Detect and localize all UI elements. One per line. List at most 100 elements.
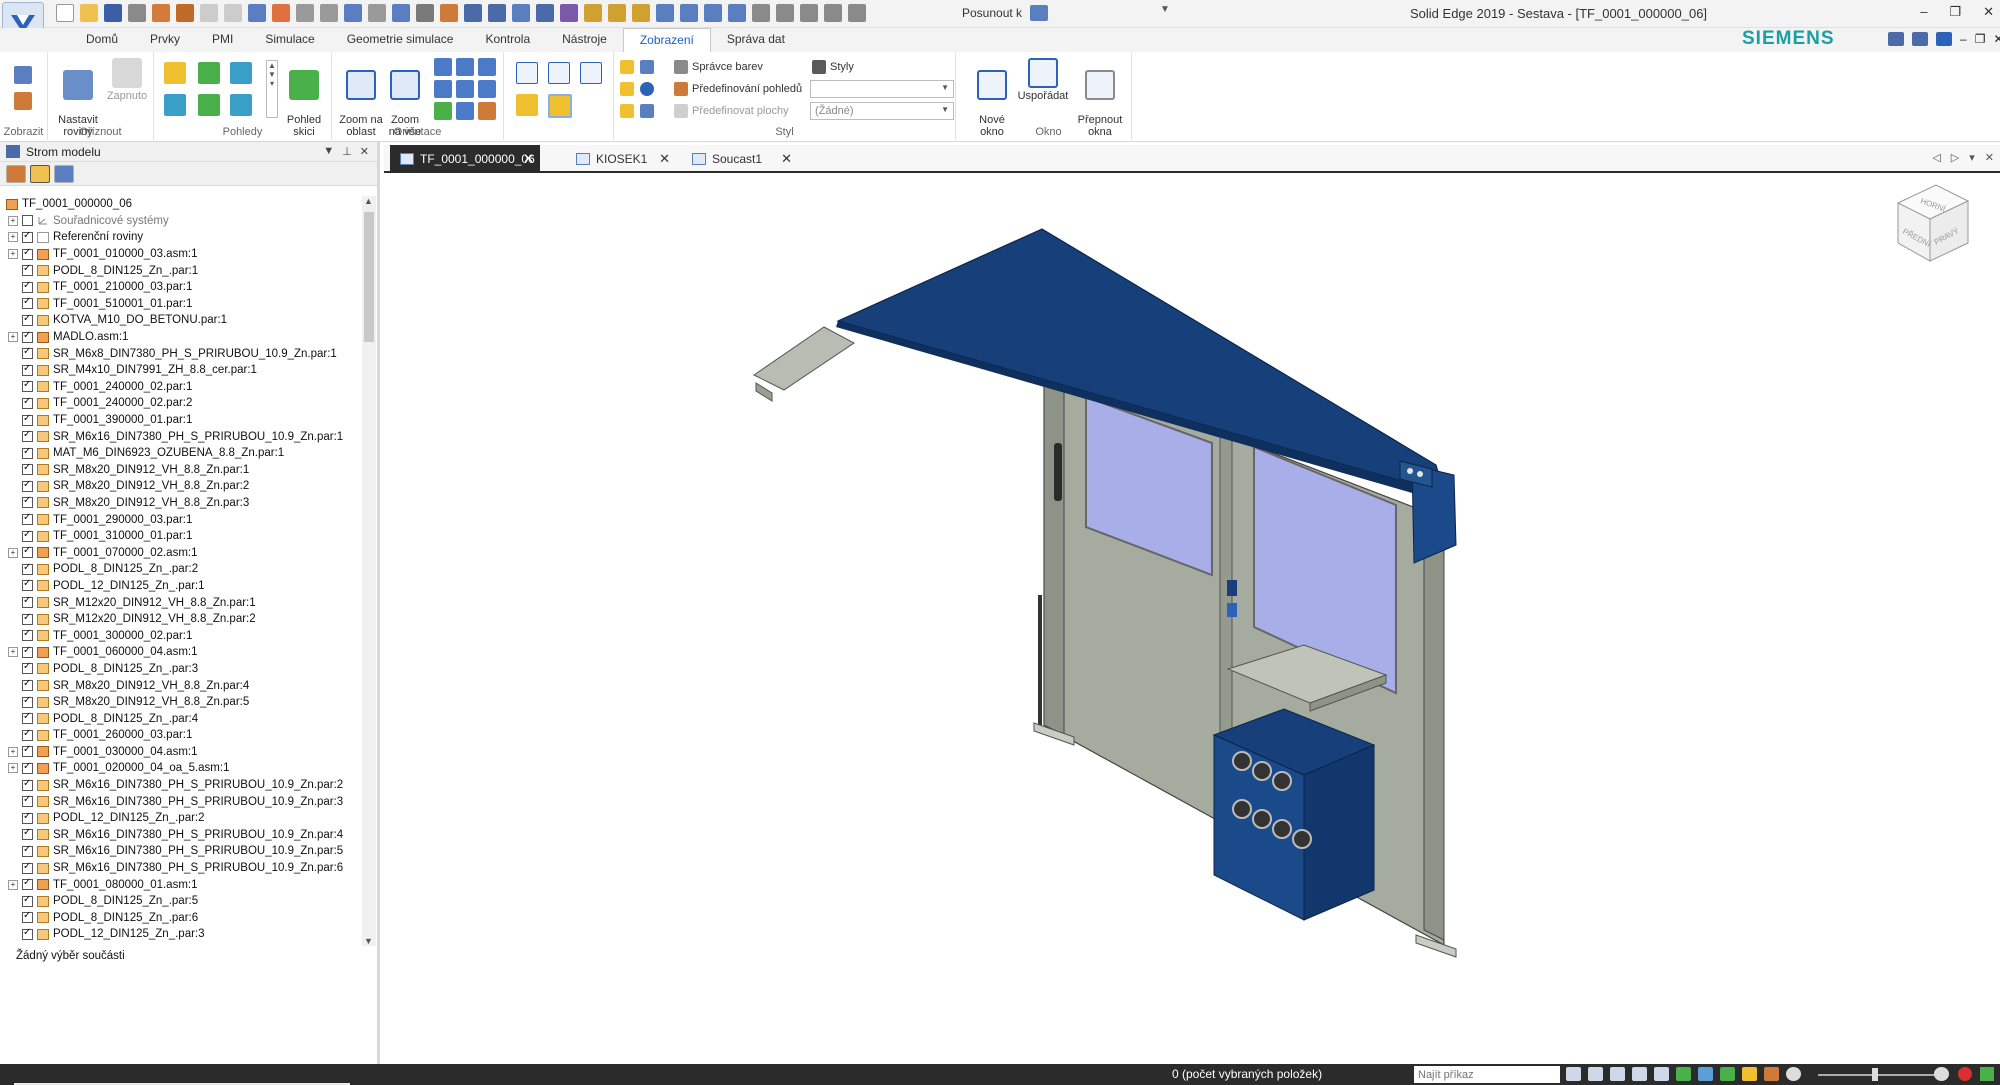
expand-icon[interactable]: +: [8, 249, 18, 260]
color-status-icon[interactable]: [1742, 1067, 1757, 1081]
pan-status-icon[interactable]: [1654, 1067, 1669, 1081]
pin-icon[interactable]: ⊥: [342, 145, 352, 158]
zoom-slider-thumb[interactable]: [1872, 1068, 1878, 1081]
zoom-icon[interactable]: [434, 58, 452, 76]
style-status-icon[interactable]: [1764, 1067, 1779, 1081]
visibility-checkbox[interactable]: [22, 230, 33, 243]
tree-node[interactable]: SR_M6x16_DIN7380_PH_S_PRIRUBOU_10.9_Zn.p…: [0, 827, 360, 844]
ribbon-restore-icon[interactable]: ❐: [1975, 32, 1986, 46]
tree-node[interactable]: PODL_8_DIN125_Zn_.par:4: [0, 710, 360, 727]
tree-node[interactable]: SR_M4x10_DIN7991_ZH_8.8_cer.par:1: [0, 362, 360, 379]
view-icon[interactable]: [464, 4, 482, 22]
print-icon[interactable]: [128, 4, 146, 22]
minimize-view-icon[interactable]: [848, 4, 866, 22]
view-front-icon[interactable]: [198, 62, 220, 84]
visibility-checkbox[interactable]: [22, 413, 33, 426]
visibility-checkbox[interactable]: [22, 861, 33, 874]
tree-node[interactable]: TF_0001_310000_01.par:1: [0, 528, 360, 545]
tree-node[interactable]: TF_0001_510001_01.par:1: [0, 296, 360, 313]
view-right-icon[interactable]: [230, 62, 252, 84]
scroll-up-icon[interactable]: ▲: [364, 196, 373, 206]
look-status-icon[interactable]: [1698, 1067, 1713, 1081]
sketch-status-icon[interactable]: [1720, 1067, 1735, 1081]
pathfinder-tab-icon[interactable]: [30, 165, 50, 183]
tree-node[interactable]: SR_M6x8_DIN7380_PH_S_PRIRUBOU_10.9_Zn.pa…: [0, 345, 360, 362]
tree-node[interactable]: TF_0001_000000_06: [0, 196, 360, 213]
tree-node[interactable]: + TF_0001_020000_04_oa_5.asm:1: [0, 760, 360, 777]
tree-node[interactable]: PODL_8_DIN125_Zn_.par:1: [0, 262, 360, 279]
visibility-checkbox[interactable]: [22, 678, 33, 692]
tree-node[interactable]: PODL_8_DIN125_Zn_.par:3: [0, 661, 360, 678]
visibility-checkbox[interactable]: [22, 794, 33, 808]
visibility-checkbox[interactable]: [22, 744, 33, 758]
rotate-icon[interactable]: [478, 58, 496, 76]
tree-node[interactable]: KOTVA_M10_DO_BETONU.par:1: [0, 312, 360, 329]
tree-node[interactable]: SR_M8x20_DIN912_VH_8.8_Zn.par:1: [0, 462, 360, 479]
zoom-slider[interactable]: [1818, 1074, 1938, 1076]
tree-node[interactable]: + TF_0001_060000_04.asm:1: [0, 644, 360, 661]
tree-node[interactable]: PODL_8_DIN125_Zn_.par:2: [0, 561, 360, 578]
tab-domu[interactable]: Domů: [70, 28, 134, 52]
tree-node[interactable]: TF_0001_300000_02.par:1: [0, 627, 360, 644]
visibility-checkbox[interactable]: [22, 811, 33, 824]
tools-icon[interactable]: [824, 4, 842, 22]
shaded-icon[interactable]: [516, 94, 538, 116]
visibility-checkbox[interactable]: [22, 280, 33, 293]
visibility-checkbox[interactable]: [22, 296, 33, 310]
view-bottom-icon[interactable]: [198, 94, 220, 116]
zoom-area-status-icon[interactable]: [1588, 1067, 1603, 1081]
doc-tab-kiosek1[interactable]: KIOSEK1 ✕: [566, 145, 676, 173]
library-tab-icon[interactable]: [6, 165, 26, 183]
styles-icon[interactable]: [812, 60, 826, 74]
green-status-icon[interactable]: [1980, 1067, 1994, 1081]
hole-icon[interactable]: [368, 4, 386, 22]
visibility-checkbox[interactable]: [22, 263, 33, 277]
explode-icon[interactable]: [440, 4, 458, 22]
visibility-checkbox[interactable]: [22, 761, 33, 774]
visibility-checkbox[interactable]: [22, 462, 33, 476]
visibility-checkbox[interactable]: [22, 711, 33, 725]
view-overrides-icon[interactable]: [674, 82, 688, 96]
doc-tab-close-icon[interactable]: ✕: [523, 151, 534, 167]
visibility-checkbox[interactable]: [22, 612, 33, 625]
doc-tab-tf-0001[interactable]: TF_0001_000000_06 ✕: [390, 145, 540, 173]
visibility-checkbox[interactable]: [22, 529, 33, 542]
visibility-checkbox[interactable]: [22, 728, 33, 741]
ribbon-close-icon[interactable]: ✕: [1993, 32, 2000, 46]
expand-icon[interactable]: +: [8, 215, 18, 226]
color-icon[interactable]: [620, 60, 634, 74]
arrange-button[interactable]: Uspořádat: [1016, 58, 1070, 102]
visibility-checkbox[interactable]: [22, 313, 33, 326]
tree-node[interactable]: MAT_M6_DIN6923_OZUBENA_8.8_Zn.par:1: [0, 445, 360, 462]
move-part-icon[interactable]: [320, 4, 338, 22]
undo-icon[interactable]: [200, 4, 218, 22]
tree-node[interactable]: SR_M8x20_DIN912_VH_8.8_Zn.par:4: [0, 677, 360, 694]
common-views-icon[interactable]: [478, 80, 496, 98]
visibility-checkbox[interactable]: [22, 379, 33, 393]
expand-icon[interactable]: +: [8, 647, 18, 658]
show-icon[interactable]: [14, 66, 32, 84]
styles-button[interactable]: Styly: [830, 61, 854, 73]
new-file-icon[interactable]: [56, 4, 74, 22]
show-alt-icon[interactable]: [14, 92, 32, 110]
sketch-icon[interactable]: [560, 4, 578, 22]
tree-node[interactable]: TF_0001_260000_03.par:1: [0, 727, 360, 744]
tree-node[interactable]: + TF_0001_010000_03.asm:1: [0, 246, 360, 263]
visible-edges-icon[interactable]: [580, 62, 602, 84]
view-orient-icon[interactable]: [456, 102, 474, 120]
box-select-icon[interactable]: [728, 4, 746, 22]
replace-part-icon[interactable]: [344, 4, 362, 22]
visibility-checkbox[interactable]: [22, 215, 33, 227]
style-combo-2[interactable]: (Žádné) ▼: [810, 102, 954, 120]
zoom-in-icon[interactable]: [1934, 1067, 1949, 1081]
tree-node[interactable]: + MADLO.asm:1: [0, 329, 360, 346]
tree-node[interactable]: SR_M6x16_DIN7380_PH_S_PRIRUBOU_10.9_Zn.p…: [0, 428, 360, 445]
tree-node[interactable]: TF_0001_390000_01.par:1: [0, 412, 360, 429]
tree-node[interactable]: SR_M8x20_DIN912_VH_8.8_Zn.par:3: [0, 495, 360, 512]
tree-node[interactable]: SR_M6x16_DIN7380_PH_S_PRIRUBOU_10.9_Zn.p…: [0, 777, 360, 794]
select-tool-icon[interactable]: [248, 4, 266, 22]
open-folder-icon[interactable]: [80, 4, 98, 22]
view-back-icon[interactable]: [230, 94, 252, 116]
link-icon[interactable]: [800, 4, 818, 22]
help-icon[interactable]: [1936, 32, 1952, 46]
